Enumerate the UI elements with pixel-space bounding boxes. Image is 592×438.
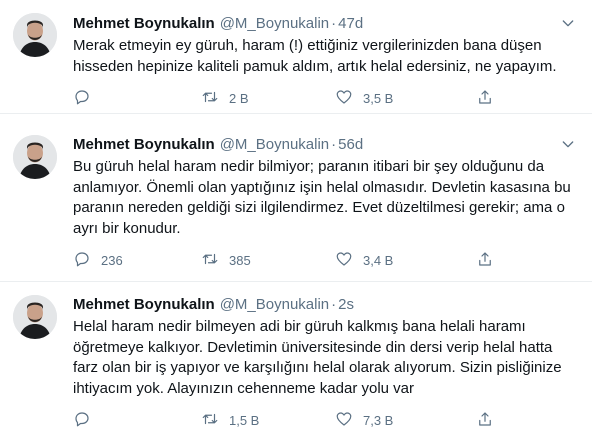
retweet-button[interactable]: 1,5 B bbox=[201, 410, 259, 430]
tweet-actions: 2 B 3,5 B bbox=[73, 88, 513, 108]
reply-button[interactable] bbox=[73, 88, 101, 108]
tweet-actions: 236 385 3,4 B bbox=[73, 250, 513, 270]
tweet-header: Mehmet Boynukalın @M_Boynukalin · 47d bbox=[73, 13, 363, 33]
retweet-button[interactable]: 2 B bbox=[201, 88, 249, 108]
share-icon bbox=[476, 250, 494, 271]
retweet-count: 2 B bbox=[229, 90, 249, 106]
retweet-icon bbox=[201, 250, 219, 271]
like-button[interactable]: 7,3 B bbox=[335, 410, 393, 430]
share-icon bbox=[476, 88, 494, 109]
like-button[interactable]: 3,5 B bbox=[335, 88, 393, 108]
reply-icon bbox=[73, 88, 91, 109]
tweet-header: Mehmet Boynukalın @M_Boynukalin · 2s bbox=[73, 294, 354, 314]
avatar[interactable] bbox=[13, 295, 57, 339]
share-button[interactable] bbox=[476, 250, 494, 270]
avatar[interactable] bbox=[13, 135, 57, 179]
tweet-actions: 1,5 B 7,3 B bbox=[73, 410, 513, 430]
timestamp[interactable]: 56d bbox=[338, 136, 363, 153]
retweet-count: 1,5 B bbox=[229, 412, 260, 428]
avatar[interactable] bbox=[13, 13, 57, 57]
retweet-icon bbox=[201, 88, 219, 109]
user-handle[interactable]: @M_Boynukalin bbox=[220, 296, 329, 313]
tweet-header: Mehmet Boynukalın @M_Boynukalin · 56d bbox=[73, 134, 363, 154]
like-button[interactable]: 3,4 B bbox=[335, 250, 393, 270]
share-button[interactable] bbox=[476, 410, 494, 430]
chevron-down-icon[interactable] bbox=[558, 13, 578, 33]
like-icon bbox=[335, 410, 353, 431]
like-count: 3,5 B bbox=[363, 90, 394, 106]
reply-icon bbox=[73, 250, 91, 271]
user-handle[interactable]: @M_Boynukalin bbox=[220, 136, 329, 153]
tweet[interactable]: Mehmet Boynukalın @M_Boynukalin · 47d Me… bbox=[0, 0, 592, 114]
timestamp[interactable]: 47d bbox=[338, 15, 363, 32]
chevron-down-icon[interactable] bbox=[558, 134, 578, 154]
reply-icon bbox=[73, 410, 91, 431]
separator-dot: · bbox=[331, 295, 337, 313]
reply-button[interactable]: 236 bbox=[73, 250, 123, 270]
retweet-button[interactable]: 385 bbox=[201, 250, 251, 270]
tweet-feed: Mehmet Boynukalın @M_Boynukalin · 47d Me… bbox=[0, 0, 592, 438]
display-name[interactable]: Mehmet Boynukalın bbox=[73, 15, 215, 32]
like-count: 3,4 B bbox=[363, 252, 394, 268]
separator-dot: · bbox=[331, 14, 337, 32]
like-icon bbox=[335, 88, 353, 109]
tweet-text: Bu güruh helal haram nedir bilmiyor; par… bbox=[73, 158, 571, 237]
timestamp[interactable]: 2s bbox=[338, 296, 354, 313]
tweet[interactable]: Mehmet Boynukalın @M_Boynukalin · 56d Bu… bbox=[0, 114, 592, 282]
like-icon bbox=[335, 250, 353, 271]
tweet-text: Merak etmeyin ey güruh, haram (!) ettiği… bbox=[73, 37, 557, 75]
display-name[interactable]: Mehmet Boynukalın bbox=[73, 136, 215, 153]
reply-button[interactable] bbox=[73, 410, 101, 430]
share-icon bbox=[476, 410, 494, 431]
user-handle[interactable]: @M_Boynukalin bbox=[220, 15, 329, 32]
tweet[interactable]: Mehmet Boynukalın @M_Boynukalin · 2s Hel… bbox=[0, 282, 592, 438]
reply-count: 236 bbox=[101, 252, 123, 268]
retweet-count: 385 bbox=[229, 252, 251, 268]
tweet-text: Helal haram nedir bilmeyen adi bir güruh… bbox=[73, 318, 562, 397]
like-count: 7,3 B bbox=[363, 412, 394, 428]
separator-dot: · bbox=[331, 135, 337, 153]
retweet-icon bbox=[201, 410, 219, 431]
display-name[interactable]: Mehmet Boynukalın bbox=[73, 296, 215, 313]
share-button[interactable] bbox=[476, 88, 494, 108]
